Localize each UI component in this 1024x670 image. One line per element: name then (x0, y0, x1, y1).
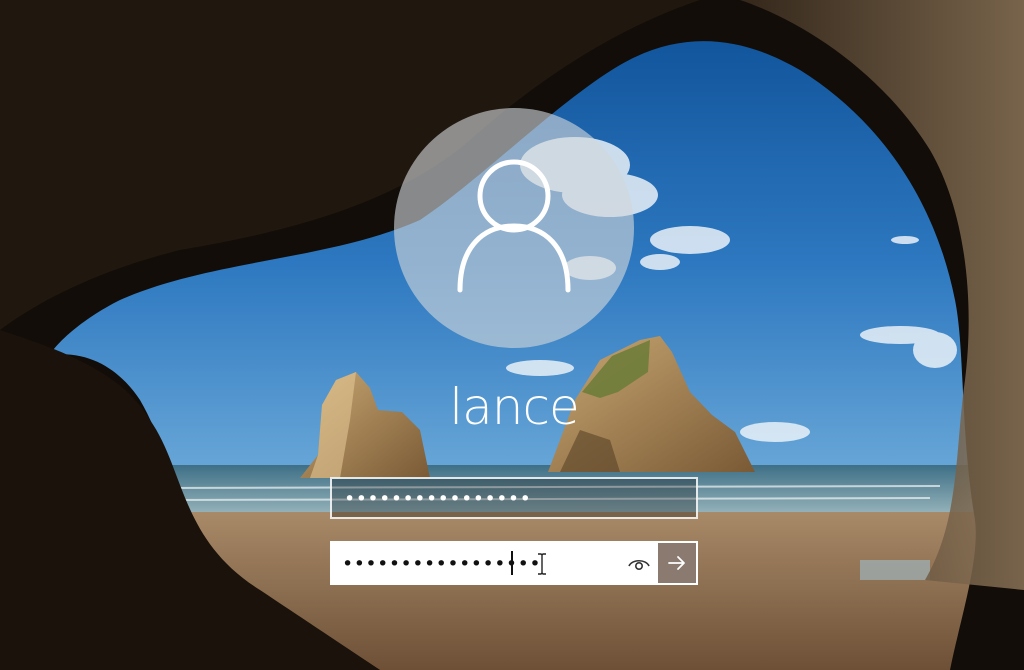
password-input[interactable]: ••••••••••••••••• (330, 541, 698, 585)
user-silhouette-icon (457, 159, 571, 293)
user-avatar (394, 108, 634, 348)
arrow-right-icon (668, 556, 685, 570)
masked-field-value: •••••••••••••••• (344, 488, 532, 510)
text-caret (511, 551, 513, 575)
username-label: lance (449, 378, 579, 436)
masked-input-field[interactable]: •••••••••••••••• (330, 477, 698, 519)
eye-reveal-icon[interactable] (626, 552, 652, 574)
submit-button[interactable] (658, 543, 696, 583)
text-ibeam-cursor-icon (538, 553, 546, 575)
